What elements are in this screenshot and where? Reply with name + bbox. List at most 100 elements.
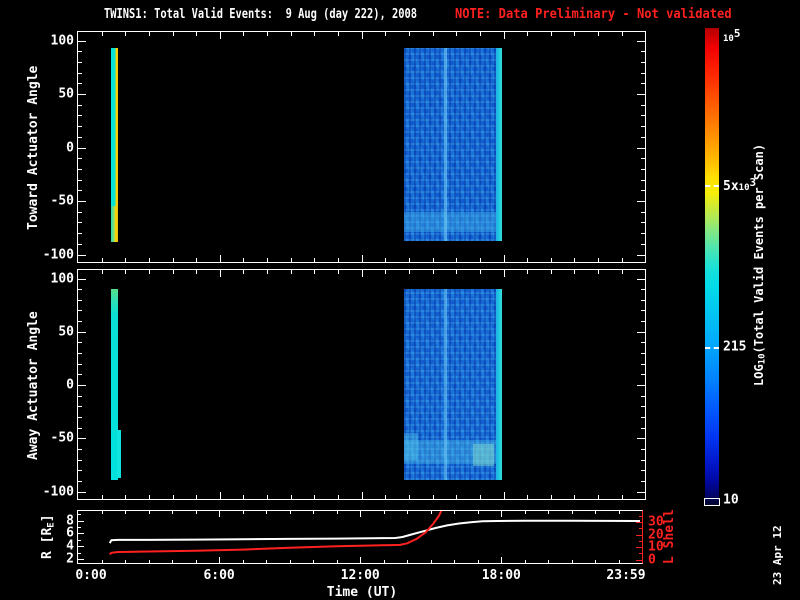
time-tick bbox=[267, 32, 269, 36]
angle-tick bbox=[641, 427, 645, 429]
angle-tick bbox=[641, 374, 645, 376]
time-tick bbox=[361, 32, 363, 39]
y-tick-label: -100 bbox=[42, 484, 74, 500]
angle-tick bbox=[641, 115, 645, 117]
time-tick bbox=[172, 32, 174, 36]
time-tick bbox=[101, 495, 103, 499]
time-tick bbox=[408, 495, 410, 499]
angle-tick bbox=[641, 190, 645, 192]
colorbar-tick bbox=[705, 184, 719, 187]
angle-tick bbox=[637, 491, 645, 493]
time-tick bbox=[243, 258, 245, 262]
angle-tick bbox=[78, 126, 82, 128]
angle-tick bbox=[78, 406, 82, 408]
time-tick bbox=[101, 270, 103, 274]
time-tick bbox=[196, 270, 198, 274]
time-tick bbox=[385, 258, 387, 262]
angle-tick bbox=[78, 72, 82, 74]
angle-tick bbox=[641, 395, 645, 397]
time-tick bbox=[196, 258, 198, 262]
time-tick bbox=[243, 495, 245, 499]
angle-tick bbox=[78, 459, 82, 461]
colorbar-tick bbox=[705, 347, 719, 350]
time-tick bbox=[503, 255, 505, 262]
angle-tick bbox=[78, 104, 82, 106]
colorbar bbox=[704, 28, 720, 506]
away-axis-label: Away Actuator Angle bbox=[26, 311, 41, 461]
angle-tick bbox=[78, 233, 82, 235]
spectrogram-data-region bbox=[472, 443, 495, 466]
angle-tick bbox=[641, 51, 645, 53]
time-tick bbox=[196, 32, 198, 36]
angle-tick bbox=[641, 299, 645, 301]
angle-tick bbox=[78, 363, 82, 365]
angle-tick bbox=[78, 321, 82, 323]
spectrogram-data-region bbox=[117, 429, 121, 478]
time-tick bbox=[148, 258, 150, 262]
time-tick bbox=[172, 270, 174, 274]
colorbar-bottom-bracket bbox=[704, 498, 720, 506]
time-tick bbox=[527, 258, 529, 262]
time-tick bbox=[574, 495, 576, 499]
angle-tick bbox=[641, 126, 645, 128]
time-tick bbox=[290, 495, 292, 499]
time-tick bbox=[456, 258, 458, 262]
angle-tick bbox=[637, 40, 645, 42]
time-tick bbox=[148, 32, 150, 36]
time-tick bbox=[479, 258, 481, 262]
angle-tick bbox=[641, 136, 645, 138]
angle-tick bbox=[78, 179, 82, 181]
y-tick-label: -100 bbox=[42, 247, 74, 262]
angle-tick bbox=[78, 353, 82, 355]
r-tick-label: 2 bbox=[66, 551, 74, 567]
time-tick bbox=[408, 258, 410, 262]
angle-tick bbox=[78, 243, 82, 245]
x-tick-label: 12:00 bbox=[340, 568, 380, 583]
angle-tick bbox=[641, 342, 645, 344]
time-tick bbox=[219, 270, 221, 277]
angle-tick bbox=[641, 459, 645, 461]
angle-tick bbox=[78, 289, 82, 291]
angle-tick bbox=[78, 395, 82, 397]
time-tick bbox=[479, 32, 481, 36]
time-tick bbox=[125, 258, 127, 262]
angle-tick bbox=[78, 40, 86, 42]
time-tick bbox=[361, 255, 363, 262]
time-tick bbox=[621, 270, 623, 274]
time-tick bbox=[432, 270, 434, 274]
time-tick bbox=[550, 270, 552, 274]
angle-tick bbox=[641, 243, 645, 245]
time-tick bbox=[503, 270, 505, 277]
time-tick bbox=[527, 495, 529, 499]
time-tick bbox=[550, 32, 552, 36]
spectrogram-data-region bbox=[444, 48, 448, 241]
time-tick bbox=[574, 270, 576, 274]
time-tick bbox=[267, 270, 269, 274]
angle-tick bbox=[641, 480, 645, 482]
colorbar-tick-label: 215 bbox=[723, 339, 747, 355]
angle-tick bbox=[78, 491, 86, 493]
angle-tick bbox=[78, 480, 82, 482]
angle-tick bbox=[641, 470, 645, 472]
time-tick bbox=[621, 32, 623, 36]
angle-tick bbox=[641, 104, 645, 106]
time-tick bbox=[621, 258, 623, 262]
angle-tick bbox=[78, 211, 82, 213]
time-tick bbox=[432, 258, 434, 262]
y-tick-label: 0 bbox=[66, 140, 74, 156]
time-tick bbox=[290, 32, 292, 36]
time-tick bbox=[598, 495, 600, 499]
angle-tick bbox=[78, 438, 86, 440]
datestamp: 23 Apr 12 bbox=[771, 525, 784, 585]
time-tick bbox=[172, 258, 174, 262]
angle-tick bbox=[641, 72, 645, 74]
angle-tick bbox=[78, 115, 82, 117]
y-tick-label: 100 bbox=[50, 33, 74, 49]
angle-tick bbox=[641, 168, 645, 170]
angle-tick bbox=[637, 94, 645, 96]
time-tick bbox=[101, 258, 103, 262]
angle-tick bbox=[78, 470, 82, 472]
angle-tick bbox=[641, 233, 645, 235]
time-tick bbox=[361, 492, 363, 499]
time-tick bbox=[621, 495, 623, 499]
